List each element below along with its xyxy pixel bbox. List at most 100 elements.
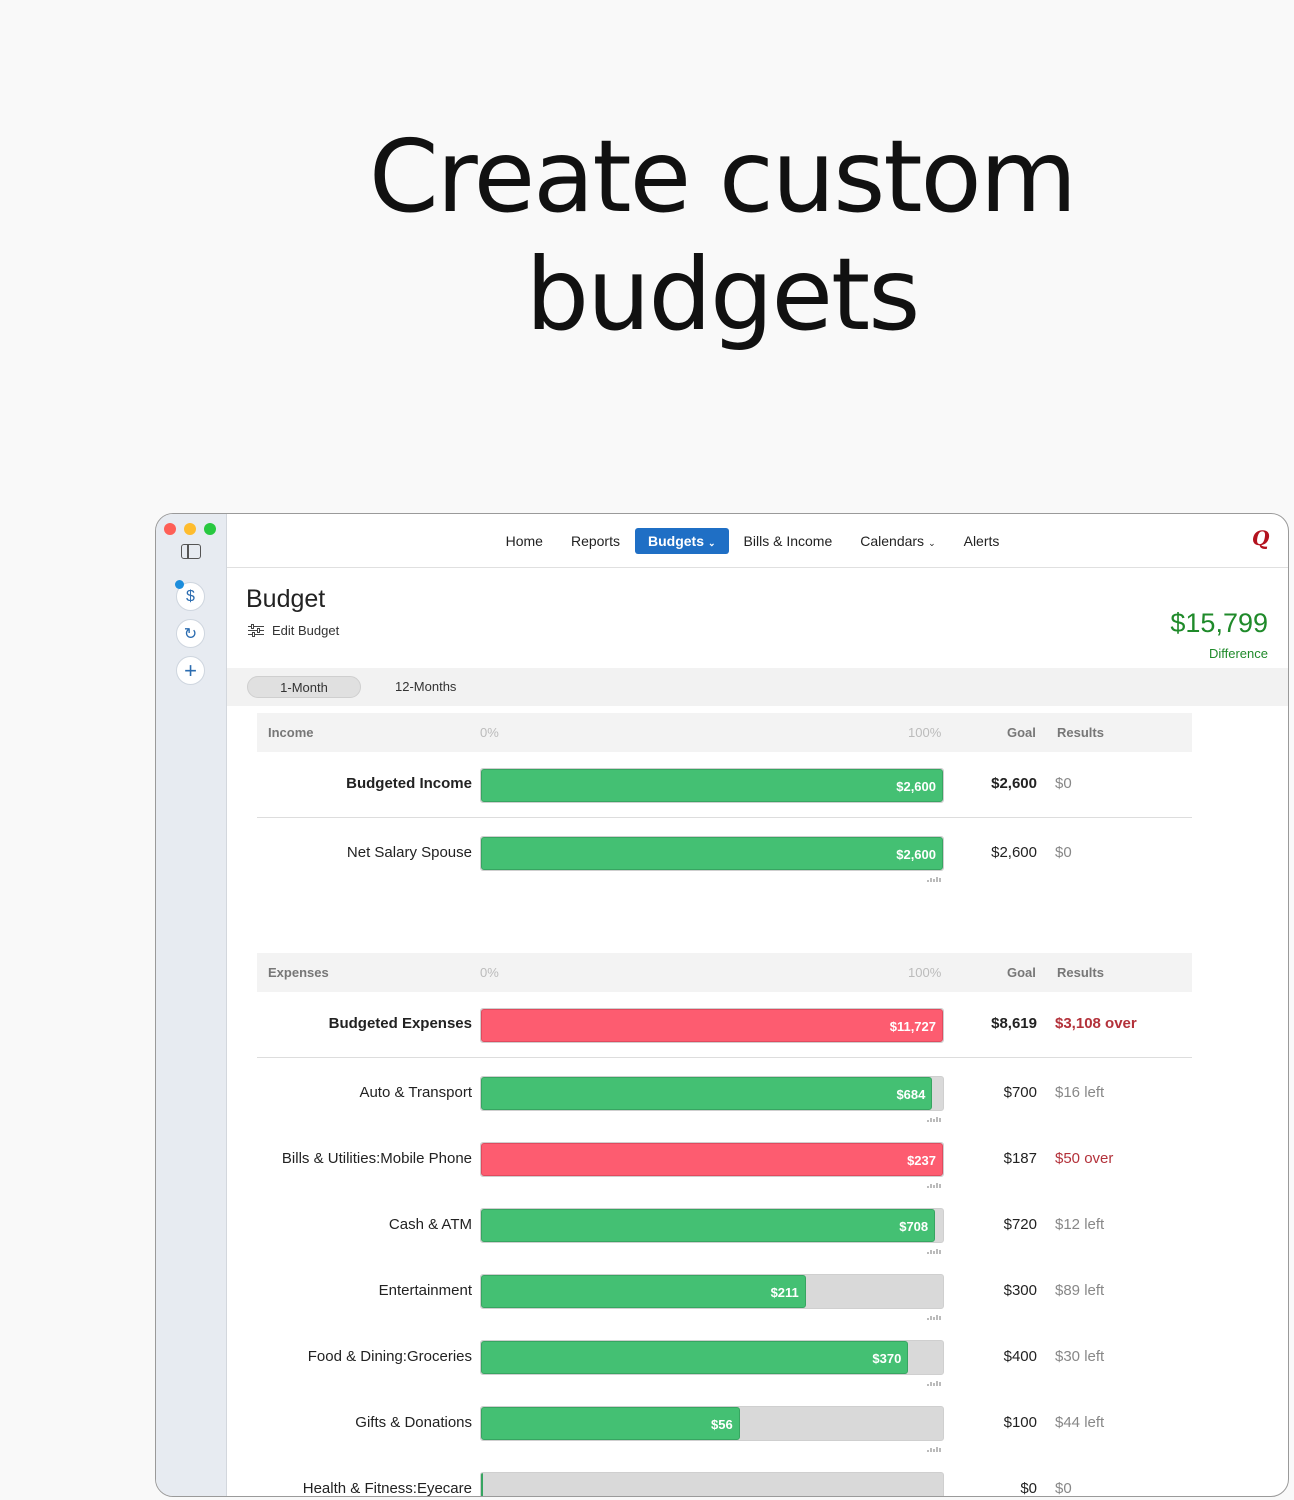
category-label: Bills & Utilities:Mobile Phone: [281, 1150, 472, 1167]
spent-amount: $2,600: [896, 847, 936, 862]
scale-hundred-label: 100%: [908, 965, 942, 980]
budget-row[interactable]: Food & Dining:Groceries $370 $400 $30 left: [257, 1336, 1192, 1386]
result-amount: $0: [1055, 844, 1072, 861]
category-label: Auto & Transport: [359, 1084, 472, 1101]
progress-bar: $2,600: [480, 768, 944, 803]
results-column-header: Results: [1057, 725, 1104, 740]
budget-row[interactable]: Net Salary Spouse $2,600 $2,600 $0: [257, 832, 1192, 882]
nav-budgets[interactable]: Budgets ⌄: [634, 528, 729, 554]
progress-fill: $237: [481, 1143, 943, 1176]
history-chart-icon[interactable]: [927, 1380, 943, 1386]
history-chart-icon[interactable]: [927, 1182, 943, 1188]
notification-dot: [175, 580, 184, 589]
plus-icon[interactable]: +: [176, 656, 205, 685]
category-label: Budgeted Income: [346, 775, 472, 792]
window-controls: [164, 523, 216, 535]
sidebar-toggle-icon[interactable]: [181, 544, 201, 559]
budget-row[interactable]: Bills & Utilities:Mobile Phone $237 $187 $5…: [257, 1138, 1192, 1188]
hero-line-1: Create custom: [368, 118, 1077, 235]
history-chart-icon[interactable]: [927, 876, 943, 882]
result-amount: $89 left: [1055, 1282, 1105, 1299]
spent-amount: $211: [770, 1285, 799, 1300]
result-amount: $44 left: [1055, 1414, 1105, 1431]
income-total-row[interactable]: Budgeted Income $2,600 $2,600 $0: [257, 752, 1192, 818]
nav-alerts[interactable]: Alerts: [951, 528, 1013, 554]
progress-fill: [481, 1473, 483, 1496]
hero-heading: Create custom budgets: [0, 118, 1294, 354]
progress-fill: $56: [481, 1407, 740, 1440]
category-label: Entertainment: [378, 1282, 472, 1299]
progress-fill: $11,727: [481, 1009, 943, 1042]
budget-row[interactable]: Health & Fitness:Eyecare $0 $0: [257, 1468, 1192, 1497]
page-title: Budget: [246, 585, 326, 613]
budget-row[interactable]: Entertainment $211 $300 $89 left: [257, 1270, 1192, 1320]
category-label: Cash & ATM: [388, 1216, 472, 1233]
goal-amount: $2,600: [991, 775, 1037, 792]
goal-amount: $0: [1020, 1480, 1037, 1497]
app-window: $ ↻ + Home Reports Budgets ⌄ Bills & Inco…: [155, 513, 1289, 1497]
category-label: Net Salary Spouse: [346, 844, 472, 861]
tab-12-months[interactable]: 12-Months: [395, 676, 456, 698]
quicken-logo: Q: [1252, 526, 1270, 550]
goal-column-header: Goal: [1007, 725, 1036, 740]
result-amount: $50 over: [1055, 1150, 1114, 1167]
progress-fill: $708: [481, 1209, 936, 1242]
progress-bar: $237: [480, 1142, 944, 1177]
progress-fill: $2,600: [481, 837, 943, 870]
budget-row[interactable]: Auto & Transport $684 $700 $16 left: [257, 1072, 1192, 1122]
chevron-down-icon: ⌄: [707, 538, 716, 548]
history-chart-icon[interactable]: [927, 1314, 943, 1320]
minimize-window-button[interactable]: [184, 523, 196, 535]
progress-bar: $370: [480, 1340, 944, 1375]
difference-label: Difference: [1208, 646, 1268, 661]
zoom-window-button[interactable]: [204, 523, 216, 535]
spent-amount: $56: [711, 1417, 733, 1432]
result-amount: $30 left: [1055, 1348, 1105, 1365]
close-window-button[interactable]: [164, 523, 176, 535]
top-navigation: Home Reports Budgets ⌄ Bills & Income Cal…: [227, 514, 1288, 568]
difference-amount: $15,799: [1170, 608, 1268, 638]
category-label: Health & Fitness:Eyecare: [302, 1480, 472, 1497]
budget-main: Budget Edit Budget $15,799 Difference 1-…: [227, 568, 1288, 1496]
history-chart-icon[interactable]: [927, 1446, 943, 1452]
spent-amount: $237: [907, 1153, 936, 1168]
nav-budgets-label: Budgets: [647, 533, 704, 549]
progress-fill: $211: [481, 1275, 806, 1308]
results-column-header: Results: [1057, 965, 1104, 980]
income-header-label: Income: [268, 725, 314, 740]
history-chart-icon[interactable]: [927, 1248, 943, 1254]
progress-bar: $708: [480, 1208, 944, 1243]
goal-amount: $100: [1003, 1414, 1037, 1431]
progress-fill: $2,600: [481, 769, 943, 802]
edit-budget-button[interactable]: Edit Budget: [248, 623, 339, 638]
scale-zero-label: 0%: [480, 965, 499, 980]
nav-calendars-label: Calendars: [860, 533, 925, 549]
category-label: Food & Dining:Groceries: [307, 1348, 472, 1365]
budget-row[interactable]: Cash & ATM $708 $720 $12 left: [257, 1204, 1192, 1254]
goal-column-header: Goal: [1007, 965, 1036, 980]
result-amount: $12 left: [1055, 1216, 1105, 1233]
goal-amount: $720: [1003, 1216, 1037, 1233]
chevron-down-icon: ⌄: [928, 538, 936, 548]
nav-reports[interactable]: Reports: [558, 528, 633, 554]
history-chart-icon[interactable]: [927, 1116, 943, 1122]
result-amount: $16 left: [1055, 1084, 1105, 1101]
tab-1-month[interactable]: 1-Month: [247, 676, 361, 698]
nav-home[interactable]: Home: [493, 528, 556, 554]
spent-amount: $708: [899, 1219, 929, 1234]
income-header: Income 0% 100% Goal Results: [257, 713, 1192, 752]
expenses-header: Expenses 0% 100% Goal Results: [257, 953, 1192, 992]
sidebar: $ ↻ +: [156, 514, 227, 1496]
nav-calendars[interactable]: Calendars ⌄: [847, 528, 948, 554]
goal-amount: $700: [1003, 1084, 1037, 1101]
nav-bills-income[interactable]: Bills & Income: [731, 528, 846, 554]
scale-zero-label: 0%: [480, 725, 499, 740]
result-amount: $0: [1055, 775, 1072, 792]
result-amount: $3,108 over: [1055, 1015, 1137, 1032]
budget-row[interactable]: Gifts & Donations $56 $100 $44 left: [257, 1402, 1192, 1452]
scale-hundred-label: 100%: [908, 725, 942, 740]
refresh-icon[interactable]: ↻: [176, 619, 205, 648]
expenses-total-row[interactable]: Budgeted Expenses $11,727 $8,619 $3,108 ove…: [257, 992, 1192, 1058]
hero-line-2: budgets: [525, 236, 921, 353]
progress-bar: $2,600: [480, 836, 944, 871]
